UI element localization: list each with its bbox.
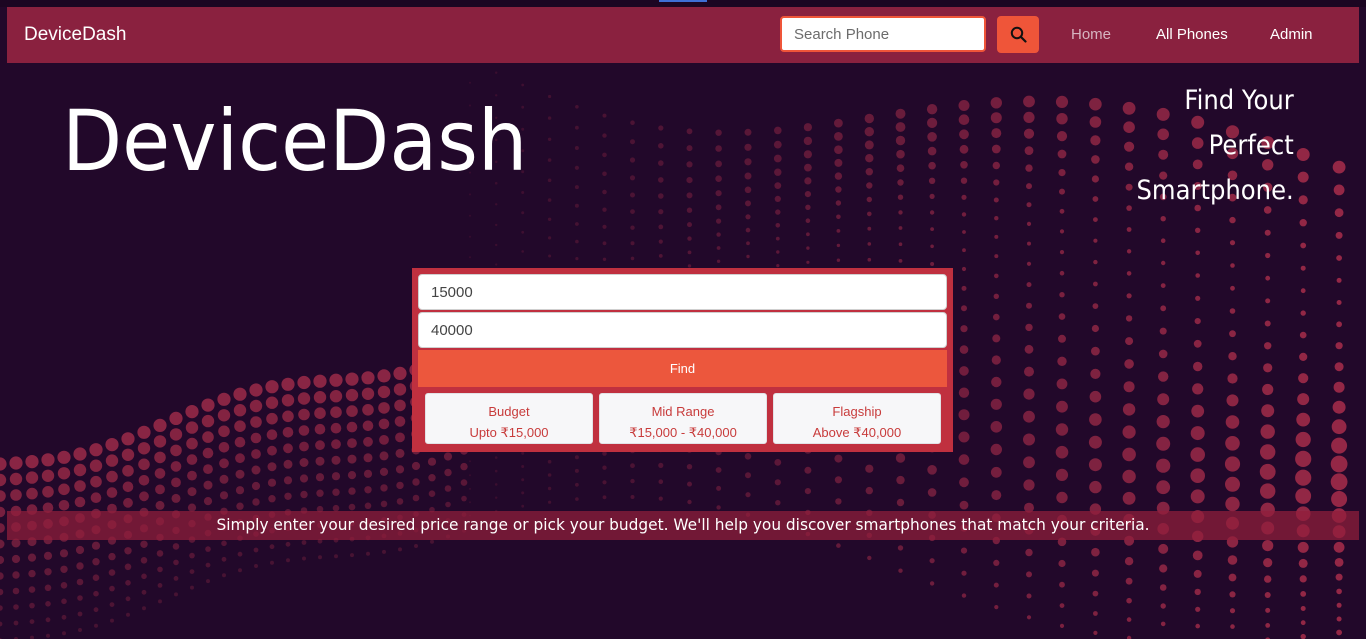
search-icon [1010, 26, 1027, 43]
tagline-line: Find Your [1184, 85, 1294, 116]
search-button[interactable] [997, 16, 1039, 53]
nav-admin-link[interactable]: Admin [1270, 26, 1313, 43]
find-button[interactable]: Find [418, 350, 947, 387]
search-input[interactable] [780, 16, 986, 52]
budget-range-button[interactable]: Budget Upto ₹15,000 [425, 393, 593, 444]
tagline-line: Perfect [1208, 130, 1294, 161]
info-banner: Simply enter your desired price range or… [7, 511, 1359, 540]
range-name: Mid Range [651, 404, 715, 419]
price-finder-panel: Find Budget Upto ₹15,000 Mid Range ₹15,0… [412, 268, 953, 452]
range-value: Upto ₹15,000 [469, 425, 549, 440]
tagline-line: Smartphone. [1136, 175, 1294, 206]
mid-range-button[interactable]: Mid Range ₹15,000 - ₹40,000 [599, 393, 767, 444]
nav-home-link[interactable]: Home [1071, 26, 1111, 43]
nav-all-phones-link[interactable]: All Phones [1156, 26, 1228, 43]
range-value: ₹15,000 - ₹40,000 [629, 425, 737, 440]
min-price-input[interactable] [418, 274, 947, 310]
range-value: Above ₹40,000 [812, 425, 902, 440]
flagship-range-button[interactable]: Flagship Above ₹40,000 [773, 393, 941, 444]
max-price-input[interactable] [418, 312, 947, 348]
range-name: Flagship [832, 404, 882, 419]
hero-title: DeviceDash [62, 92, 528, 190]
hero-tagline: Find Your Perfect Smartphone. [1137, 78, 1294, 213]
navbar: DeviceDash Home All Phones Admin [7, 7, 1359, 63]
range-name: Budget [488, 404, 530, 419]
browser-top-strip [0, 0, 1366, 7]
info-banner-text: Simply enter your desired price range or… [216, 515, 1150, 534]
navbar-brand[interactable]: DeviceDash [24, 24, 126, 46]
